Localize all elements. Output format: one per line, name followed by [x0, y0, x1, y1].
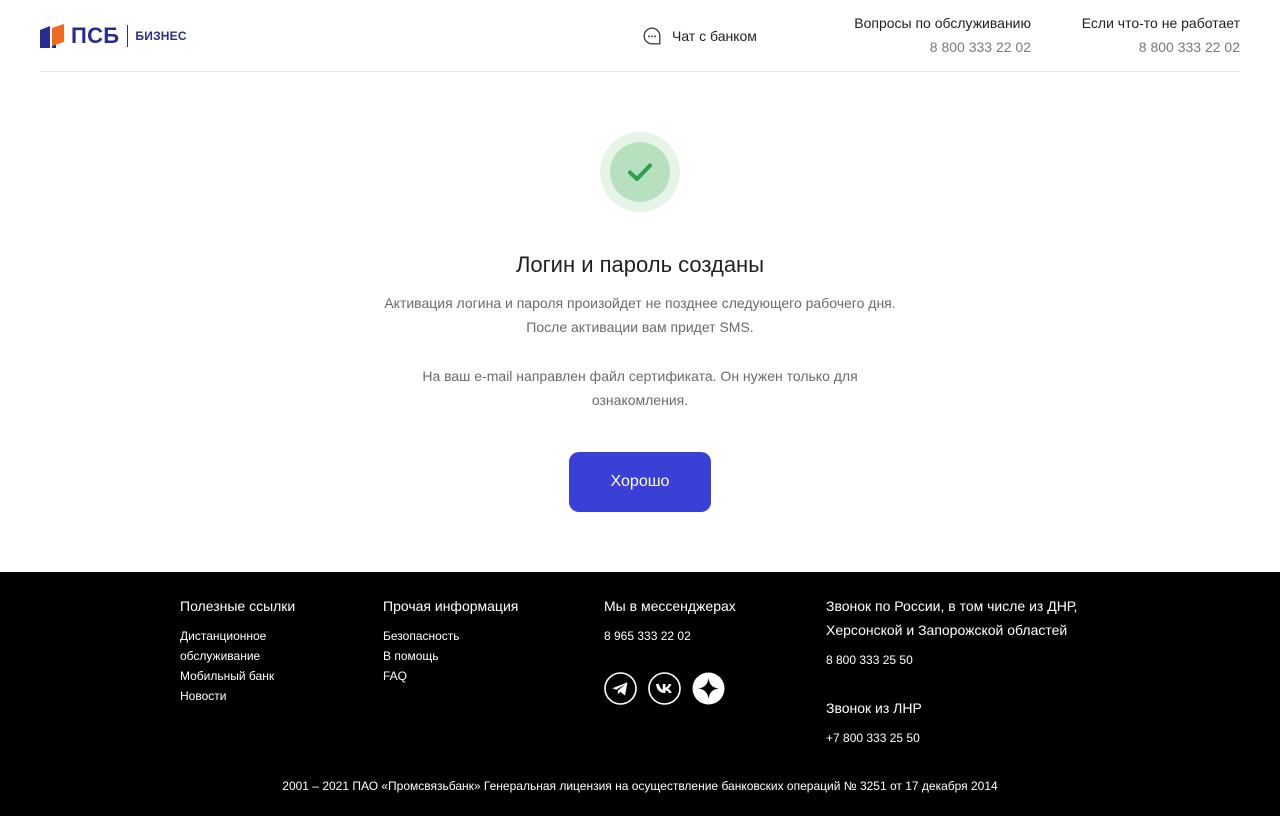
sparkle-messenger-icon[interactable] — [692, 672, 725, 705]
footer-link-remote-service[interactable]: обслуживание — [180, 646, 360, 666]
footer-heading: Звонок из ЛНР — [826, 700, 922, 716]
footer-link-faq[interactable]: FAQ — [383, 666, 563, 686]
page-title: Логин и пароль созданы — [515, 252, 765, 277]
lnr-call-phone[interactable]: +7 800 333 25 50 — [826, 728, 1126, 748]
logo-subtitle: БИЗНЕС — [135, 29, 187, 43]
certificate-description-line: ознакомления. — [591, 392, 689, 408]
service-contact-phone[interactable]: 8 800 333 22 02 — [854, 38, 1031, 56]
service-contact-title: Вопросы по обслуживанию — [854, 15, 1031, 31]
logo-divider — [127, 25, 129, 47]
psb-logo-icon — [40, 24, 64, 48]
russia-call-phone[interactable]: 8 800 333 25 50 — [826, 650, 1126, 670]
footer-heading: Прочая информация — [383, 598, 519, 614]
footer-messengers: Мы в мессенджерах 8 965 333 22 02 — [604, 594, 794, 705]
support-contact-phone[interactable]: 8 800 333 22 02 — [1082, 38, 1240, 56]
activation-description-line: Активация логина и пароля произойдет не … — [384, 295, 896, 311]
activation-description-line: После активации вам придет SMS. — [526, 319, 754, 335]
messenger-phone[interactable]: 8 965 333 22 02 — [604, 626, 794, 646]
success-badge — [600, 132, 680, 212]
footer-link-mobile-bank[interactable]: Мобильный банк — [180, 666, 360, 686]
support-contact: Если что-то не работает 8 800 333 22 02 — [1082, 14, 1240, 56]
activation-description: Активация логина и пароля произойдет не … — [0, 291, 1280, 339]
support-contact-title: Если что-то не работает — [1081, 15, 1240, 31]
footer-link-help[interactable]: В помощь — [383, 646, 563, 666]
footer-link-news[interactable]: Новости — [180, 686, 360, 706]
footer-heading: Полезные ссылки — [180, 598, 296, 614]
certificate-description: На ваш e-mail направлен файл сертификата… — [0, 364, 1280, 412]
footer-link-remote-service[interactable]: Дистанционное — [180, 626, 360, 646]
chat-icon — [643, 27, 661, 45]
footer-heading: Звонок по России, в том числе из ДНР, — [826, 598, 1078, 614]
footer: Полезные ссылки Дистанционное обслуживан… — [0, 572, 1280, 816]
logo-text: ПСБ — [71, 23, 120, 48]
copyright: 2001 – 2021 ПАО «Промсвязьбанк» Генераль… — [282, 779, 998, 793]
checkmark-icon — [628, 163, 652, 181]
header: ПСБ БИЗНЕС Чат с банком Вопросы по обслу… — [40, 0, 1240, 72]
chat-label: Чат с банком — [672, 28, 757, 44]
telegram-icon[interactable] — [604, 672, 637, 705]
footer-link-security[interactable]: Безопасность — [383, 626, 563, 646]
footer-calls: Звонок по России, в том числе из ДНР, Хе… — [826, 594, 1126, 748]
footer-heading: Херсонской и Запорожской областей — [826, 622, 1068, 638]
psb-logo[interactable]: ПСБ БИЗНЕС — [40, 24, 187, 48]
service-contact: Вопросы по обслуживанию 8 800 333 22 02 — [854, 14, 1031, 56]
certificate-description-line: На ваш e-mail направлен файл сертификата… — [422, 368, 858, 384]
social-icons — [604, 672, 794, 705]
footer-useful-links: Полезные ссылки Дистанционное обслуживан… — [180, 594, 360, 706]
footer-heading: Мы в мессенджерах — [604, 598, 736, 614]
vk-icon[interactable] — [648, 672, 681, 705]
ok-button[interactable]: Хорошо — [569, 452, 711, 512]
chat-with-bank-link[interactable]: Чат с банком — [642, 26, 757, 46]
footer-other-info: Прочая информация Безопасность В помощь … — [383, 594, 563, 686]
